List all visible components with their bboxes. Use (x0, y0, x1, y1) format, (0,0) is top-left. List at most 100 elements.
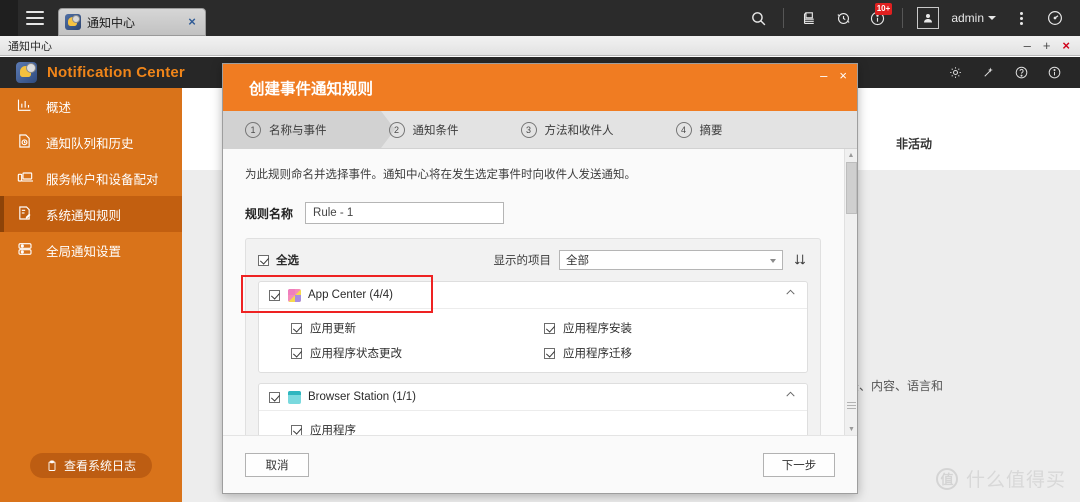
background-partial-text: 法、内容、语言和 (847, 379, 944, 393)
browser-tab[interactable]: 通知中心 × (58, 8, 206, 36)
help-icon[interactable] (1014, 65, 1029, 80)
event-label: 应用程序 (310, 425, 356, 435)
notification-center-logo-icon (16, 62, 37, 83)
sort-descending-icon[interactable] (792, 252, 808, 268)
sidebar-item-overview[interactable]: 概述 (0, 88, 182, 124)
step-label: 通知条件 (412, 124, 459, 137)
sidebar-label: 概述 (46, 100, 72, 115)
search-icon[interactable] (741, 0, 775, 36)
cancel-button[interactable]: 取消 (245, 452, 309, 477)
sidebar-item-service-accounts[interactable]: 服务帐户和设备配对 (0, 160, 182, 196)
toolbar-divider-2 (902, 8, 904, 28)
sync-icon[interactable] (826, 0, 860, 36)
devices-icon (16, 169, 36, 187)
event-item[interactable]: 应用程序状态更改 (291, 345, 544, 361)
event-group: App Center (4/4) 应用更新 应用程序安装 应用程序状态更改 应用… (258, 281, 808, 374)
scroll-down-arrow-icon[interactable]: ▼ (845, 423, 857, 435)
sidebar-item-queue-history[interactable]: 通知队列和历史 (0, 124, 182, 160)
scroll-up-arrow-icon[interactable]: ▲ (845, 149, 857, 161)
file-manager-icon[interactable] (792, 0, 826, 36)
event-item-grid: 应用程序 (291, 422, 797, 435)
bell-gear-icon (65, 14, 81, 30)
event-checkbox[interactable] (544, 347, 555, 359)
event-checkbox[interactable] (291, 347, 302, 359)
window-maximize-button[interactable]: + (1043, 39, 1051, 52)
event-item[interactable]: 应用更新 (291, 320, 544, 336)
group-checkbox[interactable] (269, 289, 280, 301)
step-label: 摘要 (699, 124, 723, 137)
event-group-body: 应用程序 (259, 411, 807, 435)
window-minimize-button[interactable]: – (1024, 39, 1031, 52)
step-number: 1 (245, 121, 261, 138)
chevron-up-icon[interactable] (784, 388, 797, 406)
view-system-log-button[interactable]: 查看系统日志 (29, 453, 152, 478)
notification-badge: 10+ (874, 3, 893, 15)
wizard-step-2[interactable]: 2 通知条件 (388, 121, 459, 138)
gear-icon[interactable] (948, 65, 963, 80)
step-number: 4 (675, 121, 692, 138)
sidebar-item-global-settings[interactable]: 全局通知设置 (0, 232, 182, 268)
event-item[interactable]: 应用程序 (291, 422, 544, 435)
event-label: 应用更新 (310, 323, 356, 336)
filter-select[interactable]: 全部 (559, 250, 783, 271)
speedometer-icon[interactable] (1038, 0, 1072, 36)
sidebar-label: 服务帐户和设备配对 (46, 172, 159, 187)
watermark-text: 什么值得买 (965, 470, 1066, 491)
rule-name-input[interactable] (305, 202, 505, 225)
event-item[interactable]: 应用程序安装 (544, 320, 797, 336)
scrollbar-thumb[interactable] (846, 162, 857, 214)
window-controls: – + × (1024, 39, 1080, 52)
dialog-title: 创建事件通知规则 (249, 80, 374, 98)
event-group-header[interactable]: App Center (4/4) (259, 282, 807, 310)
sidebar: 概述 通知队列和历史 服务帐户和设备配对 系统通知规则 全局通知设置 查看系统日… (0, 88, 182, 502)
dialog-footer: 取消 下一步 (223, 435, 857, 493)
browser-toolbar-icons: 10+ admin (741, 0, 1080, 36)
user-avatar-icon[interactable] (911, 0, 945, 36)
step-number: 2 (388, 121, 405, 138)
rule-name-row: 规则名称 (245, 202, 821, 225)
scrollbar-grip-icon (847, 402, 856, 409)
window-title-bar: 通知中心 – + × (0, 36, 1080, 56)
inactive-status-label: 非活动 (896, 137, 933, 151)
chevron-up-icon[interactable] (784, 286, 797, 304)
event-checkbox[interactable] (291, 322, 302, 334)
wizard-steps: 1 名称与事件 2 通知条件 3 方法和收件人 4 摘要 (223, 111, 857, 149)
dialog-body: 为此规则命名并选择事件。通知中心将在发生选定事件时向收件人发送通知。 规则名称 … (223, 149, 857, 435)
dialog-close-button[interactable]: × (839, 69, 847, 82)
next-button[interactable]: 下一步 (763, 452, 835, 477)
wizard-step-1[interactable]: 1 名称与事件 (245, 121, 327, 138)
view-system-log-label: 查看系统日志 (63, 459, 136, 473)
dialog-minimize-button[interactable]: – (820, 69, 827, 82)
settings-icon (16, 241, 36, 259)
browser-toolbar: 通知中心 × 10+ admin (0, 0, 1080, 36)
dialog-scrollbar[interactable]: ▲ ▼ (844, 149, 857, 435)
wizard-step-4[interactable]: 4 摘要 (675, 121, 723, 138)
wand-icon[interactable] (981, 65, 996, 80)
event-checkbox[interactable] (544, 322, 555, 334)
select-all-checkbox[interactable] (258, 254, 269, 266)
event-item[interactable]: 应用程序迁移 (544, 345, 797, 361)
filter-label: 显示的项目 (493, 255, 552, 268)
admin-label[interactable]: admin (951, 11, 984, 25)
vertical-dots-icon[interactable] (1004, 0, 1038, 36)
event-checkbox[interactable] (291, 424, 302, 435)
wizard-step-3[interactable]: 3 方法和收件人 (520, 121, 614, 138)
group-title: Browser Station (1/1) (308, 391, 417, 404)
watermark-logo: 值 (935, 467, 958, 490)
group-checkbox[interactable] (269, 391, 280, 403)
dialog-header: 创建事件通知规则 – × (223, 64, 857, 111)
chevron-down-icon[interactable] (988, 16, 996, 20)
hamburger-icon[interactable] (18, 0, 52, 36)
window-close-button[interactable]: × (1062, 39, 1070, 52)
browser-tab-title: 通知中心 (87, 15, 136, 30)
create-rule-dialog: 创建事件通知规则 – × 1 名称与事件 2 通知条件 3 方法和收件人 4 摘… (222, 63, 858, 494)
sidebar-label: 通知队列和历史 (46, 136, 134, 151)
about-info-icon[interactable] (1047, 65, 1062, 80)
sidebar-item-system-rules[interactable]: 系统通知规则 (0, 196, 182, 232)
close-icon[interactable]: × (185, 15, 199, 29)
avatar (917, 7, 940, 29)
window-title: 通知中心 (8, 40, 52, 53)
info-icon[interactable]: 10+ (860, 0, 894, 36)
event-group-header[interactable]: Browser Station (1/1) (259, 384, 807, 412)
browser-edge (0, 0, 18, 36)
